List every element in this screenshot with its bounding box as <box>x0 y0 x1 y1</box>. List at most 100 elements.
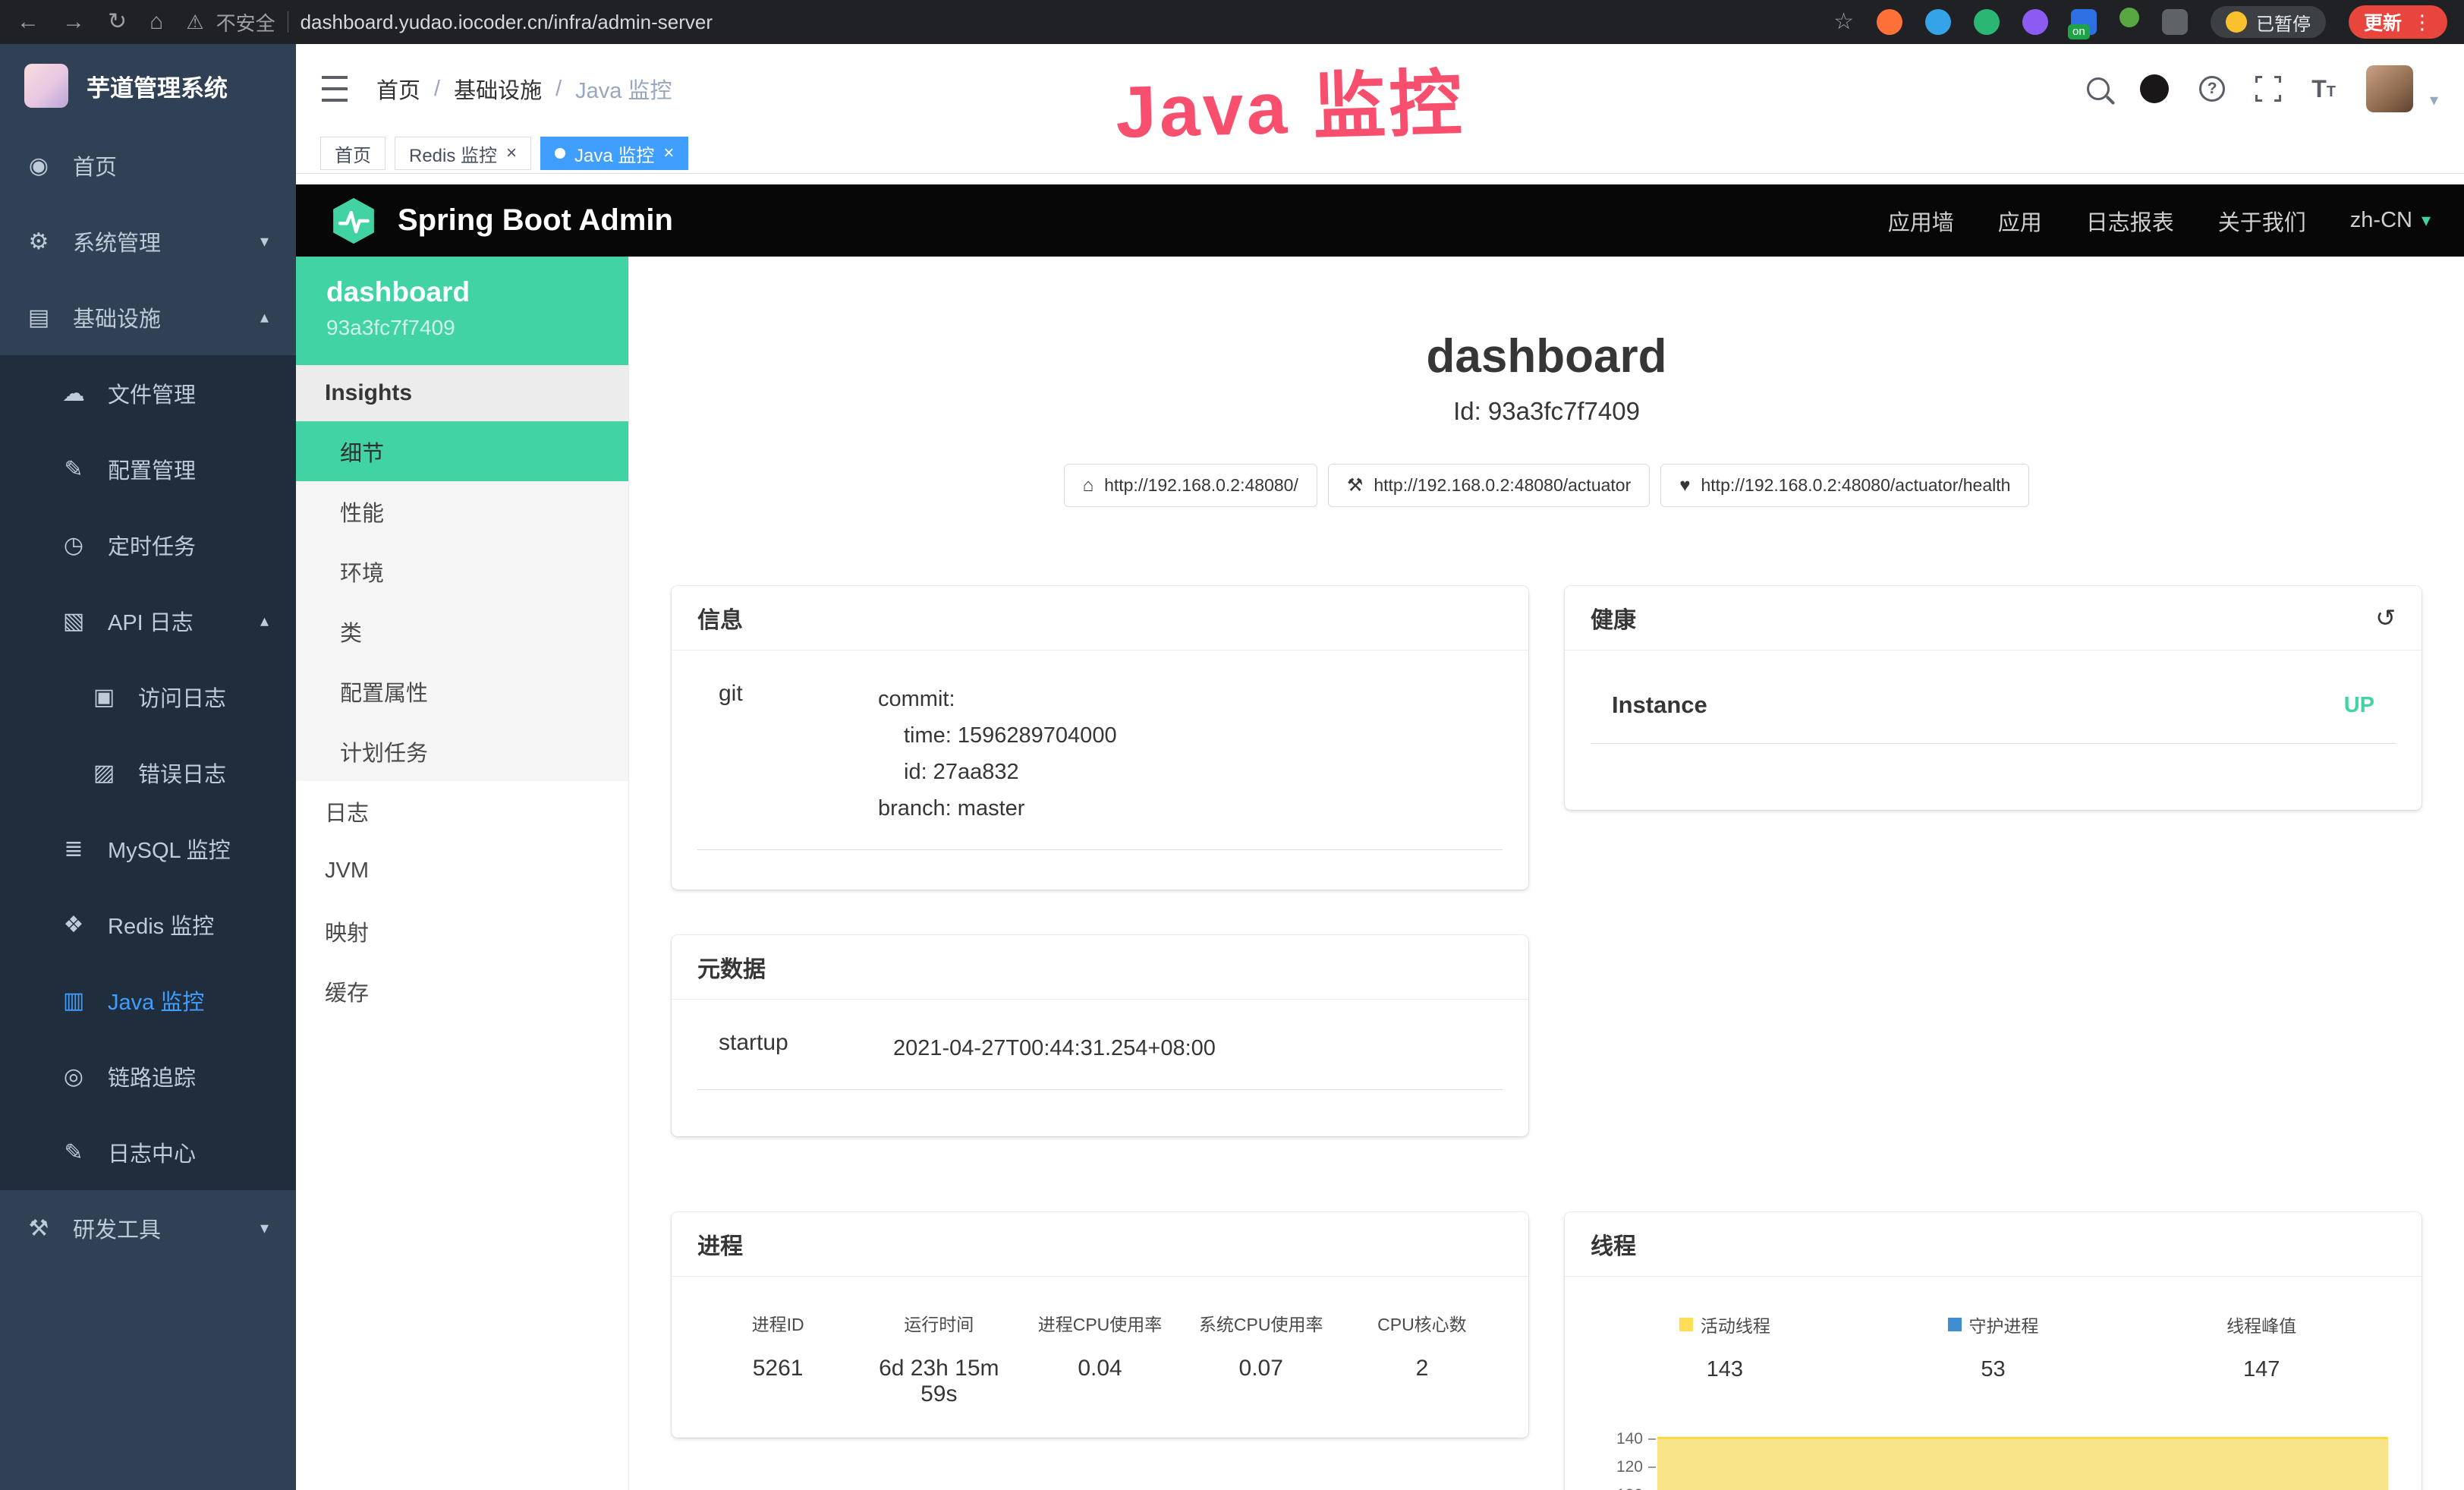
extension-on-badge: on <box>2068 24 2090 39</box>
history-icon[interactable]: ↺ <box>2375 603 2396 632</box>
sba-menu-logs[interactable]: 日志 <box>296 781 628 841</box>
sidebar-item-java-monitor[interactable]: ▥ Java 监控 <box>0 962 296 1038</box>
threads-chart: 140 120 100 <box>1591 1425 2396 1490</box>
sidebar-item-scheduled-tasks[interactable]: ◷ 定时任务 <box>0 507 296 583</box>
font-size-small: T <box>2327 83 2336 101</box>
sidebar-item-file-management[interactable]: ☁ 文件管理 <box>0 355 296 431</box>
breadcrumb-infrastructure[interactable]: 基础设施 <box>454 73 542 105</box>
sidebar-item-system-management[interactable]: ⚙ 系统管理 ▾ <box>0 203 296 279</box>
sidebar-item-dev-tools[interactable]: ⚒ 研发工具 ▾ <box>0 1190 296 1266</box>
health-url-link[interactable]: ♥ http://192.168.0.2:48080/actuator/heal… <box>1660 464 2029 507</box>
legend-daemon-threads: 守护进程 53 <box>1859 1312 2128 1382</box>
close-icon[interactable]: × <box>506 143 517 164</box>
sidebar-item-log-center[interactable]: ✎ 日志中心 <box>0 1114 296 1190</box>
sidebar-item-infrastructure[interactable]: ▤ 基础设施 ▴ <box>0 279 296 355</box>
extensions-puzzle-icon[interactable] <box>2162 9 2188 35</box>
sba-nav-about[interactable]: 关于我们 <box>2218 205 2306 237</box>
column-header: 进程ID <box>697 1310 858 1336</box>
sba-nav-applications[interactable]: 应用 <box>1998 205 2042 237</box>
document-icon: ▨ <box>90 760 118 786</box>
process-card-body: 进程ID 5261 运行时间 6d 23h 15m 59s 进程CPU使用率 0… <box>672 1277 1528 1438</box>
chart-plot-area <box>1656 1425 2396 1490</box>
process-card-title: 进程 <box>672 1212 1528 1277</box>
fullscreen-icon[interactable] <box>2255 76 2281 102</box>
help-icon[interactable]: ? <box>2199 76 2225 102</box>
cards-grid: 信息 git commit: time: 1596289704000 id: 2… <box>672 586 2422 1490</box>
sba-brand-title[interactable]: Spring Boot Admin <box>398 203 673 238</box>
locale-selector[interactable]: zh-CN ▾ <box>2350 208 2431 233</box>
legend-value: 143 <box>1591 1357 1859 1382</box>
sidebar-item-label: 系统管理 <box>73 225 161 257</box>
breadcrumb-current: Java 监控 <box>575 73 672 105</box>
sidebar-item-label: Java 监控 <box>108 984 204 1016</box>
sidebar-item-home[interactable]: ◉ 首页 <box>0 128 296 203</box>
avatar-caret-icon[interactable]: ▾ <box>2430 90 2438 110</box>
forward-icon[interactable]: → <box>62 11 85 33</box>
database-icon: ≣ <box>59 836 88 862</box>
tools-icon: ⚒ <box>24 1215 53 1242</box>
reload-icon[interactable]: ↻ <box>108 11 127 33</box>
sba-menu-mappings[interactable]: 映射 <box>296 901 628 961</box>
sidebar-item-redis-monitor[interactable]: ❖ Redis 监控 <box>0 887 296 962</box>
chevron-down-icon: ▾ <box>260 1218 269 1238</box>
sidebar-item-error-logs[interactable]: ▨ 错误日志 <box>0 735 296 811</box>
browser-extension-icon[interactable] <box>2022 9 2048 35</box>
sba-menu-details[interactable]: 细节 <box>296 421 628 481</box>
health-card: 健康 ↺ Instance UP <box>1565 586 2422 810</box>
browser-extension-icon[interactable] <box>1877 9 1902 35</box>
bookmark-star-icon[interactable]: ☆ <box>1833 11 1854 33</box>
breadcrumb: 首页 / 基础设施 / Java 监控 <box>376 73 672 105</box>
pencil-icon: ✎ <box>59 1139 88 1166</box>
sba-menu-jvm[interactable]: JVM <box>296 841 628 901</box>
layers-icon: ❖ <box>59 912 88 938</box>
metadata-card: 元数据 startup 2021-04-27T00:44:31.254+08:0… <box>672 935 1528 1136</box>
home-icon[interactable]: ⌂ <box>149 11 163 33</box>
sba-menu-classes[interactable]: 类 <box>296 601 628 661</box>
browser-extension-icon[interactable]: on <box>2071 9 2097 35</box>
tab-redis-monitor[interactable]: Redis 监控 × <box>395 137 531 170</box>
sidebar-collapse-icon[interactable] <box>322 76 348 102</box>
browser-extension-icon[interactable] <box>2119 8 2139 27</box>
sba-nav-journal[interactable]: 日志报表 <box>2086 205 2174 237</box>
infrastructure-submenu: ☁ 文件管理 ✎ 配置管理 ◷ 定时任务 ▧ API 日志 ▴ ▣ 访问日志 ▨… <box>0 355 296 1190</box>
sba-menu-performance[interactable]: 性能 <box>296 481 628 541</box>
monitor-icon: ▥ <box>59 988 88 1014</box>
spring-boot-admin-logo-icon <box>329 197 378 245</box>
user-avatar[interactable] <box>2366 65 2413 112</box>
metadata-card-title: 元数据 <box>672 935 1528 1000</box>
paused-chip[interactable]: 已暂停 <box>2211 6 2326 38</box>
y-tick: 100 <box>1616 1481 1656 1490</box>
back-icon[interactable]: ← <box>17 11 39 33</box>
gear-icon: ⚙ <box>24 228 53 255</box>
column-value: 2 <box>1342 1356 1503 1381</box>
search-icon[interactable] <box>2087 77 2110 100</box>
sidebar-item-api-logs[interactable]: ▧ API 日志 ▴ <box>0 583 296 659</box>
chrome-update-button[interactable]: 更新 ⋮ <box>2349 5 2447 39</box>
sba-menu-scheduled-tasks[interactable]: 计划任务 <box>296 721 628 781</box>
sidebar-item-trace[interactable]: ◎ 链路追踪 <box>0 1038 296 1114</box>
tab-java-monitor[interactable]: Java 监控 × <box>540 137 688 170</box>
browser-extension-icon[interactable] <box>1974 9 2000 35</box>
sidebar-item-config-management[interactable]: ✎ 配置管理 <box>0 431 296 507</box>
actuator-url-link[interactable]: ⚒ http://192.168.0.2:48080/actuator <box>1328 464 1650 507</box>
sidebar-item-mysql-monitor[interactable]: ≣ MySQL 监控 <box>0 811 296 887</box>
address-bar[interactable]: ⚠ 不安全 dashboard.yudao.iocoder.cn/infra/a… <box>186 8 713 36</box>
breadcrumb-home[interactable]: 首页 <box>376 73 420 105</box>
github-icon[interactable] <box>2140 74 2169 103</box>
browser-extension-icon[interactable] <box>1925 9 1951 35</box>
font-size-icon[interactable]: T T <box>2311 77 2336 101</box>
sba-menu-caches[interactable]: 缓存 <box>296 961 628 1021</box>
sba-menu-config-properties[interactable]: 配置属性 <box>296 661 628 721</box>
sba-nav-wallboard[interactable]: 应用墙 <box>1888 205 1954 237</box>
sidebar-item-access-logs[interactable]: ▣ 访问日志 <box>0 659 296 735</box>
tab-label: Java 监控 <box>574 140 654 167</box>
app-logo[interactable]: 芋道管理系统 <box>0 44 296 128</box>
url-text[interactable]: dashboard.yudao.iocoder.cn/infra/admin-s… <box>301 11 713 34</box>
app-header: 首页 / 基础设施 / Java 监控 Java 监控 ? T T ▾ <box>296 44 2464 134</box>
service-url-link[interactable]: ⌂ http://192.168.0.2:48080/ <box>1064 464 1317 507</box>
tab-home[interactable]: 首页 <box>320 137 385 170</box>
close-icon[interactable]: × <box>663 143 674 164</box>
sidebar-item-label: 研发工具 <box>73 1212 161 1244</box>
sba-menu-environment[interactable]: 环境 <box>296 541 628 601</box>
menu-kebab-icon[interactable]: ⋮ <box>2412 11 2432 34</box>
